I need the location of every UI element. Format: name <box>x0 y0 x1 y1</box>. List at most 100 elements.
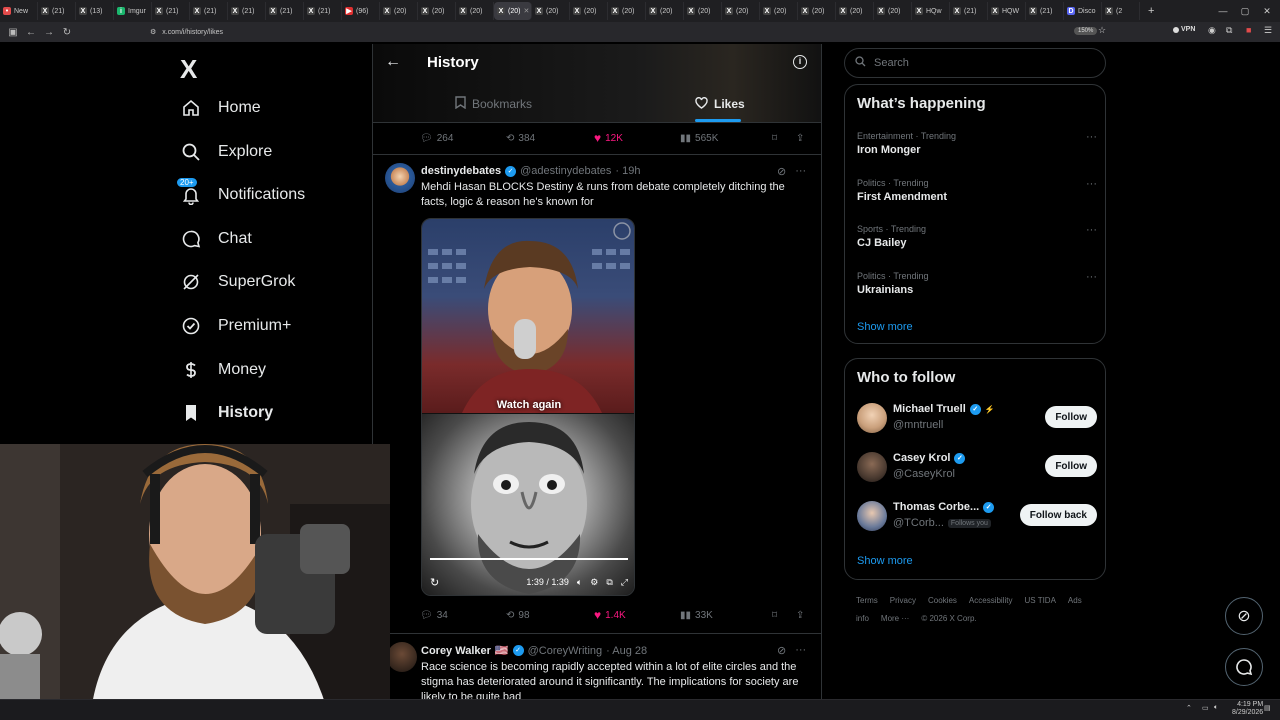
grok-icon[interactable]: ⊘ <box>777 644 786 657</box>
follow-button[interactable]: Follow <box>1045 406 1097 428</box>
nav-item-chat[interactable]: Chat <box>170 219 262 259</box>
browser-tab[interactable]: X (21) <box>228 2 266 20</box>
suggestion-name[interactable]: Michael Truell ✓ ⚡ <box>893 403 995 415</box>
tweet-time[interactable]: · 19h <box>615 165 640 177</box>
avatar[interactable] <box>385 163 415 193</box>
messages-fab-icon[interactable] <box>1225 648 1263 686</box>
more-options-icon[interactable]: ··· <box>795 644 806 657</box>
author-name[interactable]: destinydebates <box>421 165 501 177</box>
footer-link[interactable]: Accessibility <box>969 596 1013 605</box>
browser-tab[interactable]: X (21) <box>1026 2 1064 20</box>
browser-tab[interactable]: X (20) <box>570 2 608 20</box>
reply-button[interactable]: 💬︎ 264 <box>420 133 506 144</box>
browser-tab[interactable]: D Disco <box>1064 2 1102 20</box>
browser-tab[interactable]: X (20) <box>760 2 798 20</box>
info-icon[interactable]: i <box>793 55 807 69</box>
menu-icon[interactable]: ☰ <box>1264 25 1272 36</box>
like-button[interactable]: ♥ 12K <box>594 131 680 145</box>
browser-tab[interactable]: X (20) <box>608 2 646 20</box>
nav-item-money[interactable]: Money <box>170 350 276 390</box>
sidebar-toggle-icon[interactable]: ▣ <box>4 23 22 41</box>
bookmark-button[interactable]: ⌑ <box>772 610 796 621</box>
author-name[interactable]: Corey Walker <box>421 645 491 657</box>
bookmark-star-icon[interactable]: ☆ <box>1098 25 1106 36</box>
tweet-destinydebates[interactable]: destinydebates ✓ @adestinydebates · 19h … <box>373 155 821 635</box>
video-player[interactable]: Watch again ↻ 1:39 / 1:39 🔈︎ ⚙ ⧉ ⤢ <box>421 218 635 596</box>
browser-tab[interactable]: • New <box>0 2 38 20</box>
more-options-icon[interactable]: ··· <box>795 165 806 178</box>
tray-chevron-icon[interactable]: ⌃ <box>1186 704 1192 712</box>
zoom-badge[interactable]: 150% <box>1074 27 1098 35</box>
browser-tab[interactable]: X (20) <box>456 2 494 20</box>
x-logo[interactable]: X <box>180 54 197 85</box>
author-handle[interactable]: @CoreyWriting <box>528 645 603 657</box>
footer-link[interactable]: © 2026 X Corp. <box>921 614 976 623</box>
browser-tab[interactable]: ▶ (96) <box>342 2 380 20</box>
views-button[interactable]: ▮▮ 33K <box>680 610 772 621</box>
like-button[interactable]: ♥ 1.4K <box>594 608 680 622</box>
nav-item-premium-[interactable]: Premium+ <box>170 306 301 346</box>
tray-clock[interactable]: 4:19 PM 8/29/2026 <box>1232 701 1263 717</box>
views-button[interactable]: ▮▮ 565K <box>680 133 772 144</box>
follow-button[interactable]: Follow back <box>1019 504 1097 526</box>
follow-suggestion[interactable]: Thomas Corbe... ✓ @TCorb... Follows you Foll… <box>857 499 1097 535</box>
more-options-icon[interactable]: ··· <box>1086 271 1097 283</box>
browser-tab[interactable]: X (21) <box>38 2 76 20</box>
browser-tab[interactable]: X (20) <box>646 2 684 20</box>
watch-again-label[interactable]: Watch again <box>422 399 634 411</box>
show-more-link[interactable]: Show more <box>857 555 913 567</box>
footer-link[interactable]: Terms <box>856 596 878 605</box>
share-button[interactable]: ⇪ <box>796 610 804 621</box>
tweet-time[interactable]: · Aug 28 <box>606 645 647 657</box>
tray-network-icon[interactable]: ▭ <box>1202 704 1209 712</box>
browser-tab[interactable]: X HQw <box>912 2 950 20</box>
trend-item[interactable]: Sports · Trending CJ Bailey ··· <box>857 224 1097 249</box>
tab-bookmarks[interactable]: Bookmarks <box>455 94 532 114</box>
more-options-icon[interactable]: ··· <box>1086 224 1097 236</box>
grok-fab-icon[interactable]: ⊘ <box>1225 597 1263 635</box>
suggestion-name[interactable]: Thomas Corbe... ✓ <box>893 501 995 513</box>
nav-item-explore[interactable]: Explore <box>170 132 282 172</box>
url-field[interactable]: ⚙ x.com/i/history/likes <box>150 25 1100 39</box>
bookmark-button[interactable]: ⌑ <box>772 133 796 144</box>
tab-likes[interactable]: Likes <box>695 94 745 114</box>
reply-button[interactable]: 💬︎ 34 <box>420 610 506 621</box>
video-progress-bar[interactable] <box>430 558 628 560</box>
forward-icon[interactable]: → <box>40 23 58 41</box>
browser-tab[interactable]: X (21) <box>304 2 342 20</box>
avatar[interactable] <box>387 642 417 672</box>
tray-volume-icon[interactable]: 🔈︎ <box>1214 704 1218 712</box>
browser-tab[interactable]: X (20) <box>836 2 874 20</box>
settings-icon[interactable]: ⚙ <box>590 577 598 588</box>
browser-tab[interactable]: X HQW <box>988 2 1026 20</box>
trend-item[interactable]: Entertainment · Trending Iron Monger ··· <box>857 131 1097 156</box>
browser-tab[interactable]: i Imgur <box>114 2 152 20</box>
share-button[interactable]: ⇪ <box>796 133 804 144</box>
nav-item-supergrok[interactable]: SuperGrok <box>170 262 305 302</box>
browser-tab[interactable]: X (20) <box>532 2 570 20</box>
footer-link[interactable]: US TIDA <box>1025 596 1056 605</box>
nav-item-home[interactable]: Home <box>170 88 271 128</box>
new-tab-icon[interactable]: + <box>1148 5 1154 17</box>
browser-tab[interactable]: X (20) <box>418 2 456 20</box>
browser-tab[interactable]: X (20) <box>798 2 836 20</box>
site-info-icon[interactable]: ⚙ <box>150 28 156 36</box>
repost-button[interactable]: ⟲ 384 <box>506 133 594 144</box>
browser-tab[interactable]: X (13) <box>76 2 114 20</box>
browser-tab[interactable]: X (21) <box>190 2 228 20</box>
grok-icon[interactable]: ⊘ <box>777 165 786 178</box>
repost-button[interactable]: ⟲ 98 <box>506 610 594 621</box>
browser-tab[interactable]: X (20) <box>874 2 912 20</box>
more-options-icon[interactable]: ··· <box>1086 131 1097 143</box>
nav-item-history[interactable]: History <box>170 393 283 433</box>
minimize-icon[interactable]: — <box>1212 0 1234 22</box>
follow-suggestion[interactable]: Casey Krol ✓ @CaseyKrol Follow <box>857 450 1097 486</box>
back-arrow-icon[interactable]: ← <box>385 53 401 71</box>
follow-button[interactable]: Follow <box>1045 455 1097 477</box>
reload-icon[interactable]: ↻ <box>58 23 76 41</box>
close-window-icon[interactable]: ✕ <box>1256 0 1278 22</box>
pip-icon[interactable]: ⧉ <box>606 577 612 588</box>
extensions-icon[interactable]: ⧉ <box>1226 25 1232 36</box>
browser-tab[interactable]: X (20) <box>684 2 722 20</box>
more-options-icon[interactable]: ··· <box>1086 178 1097 190</box>
